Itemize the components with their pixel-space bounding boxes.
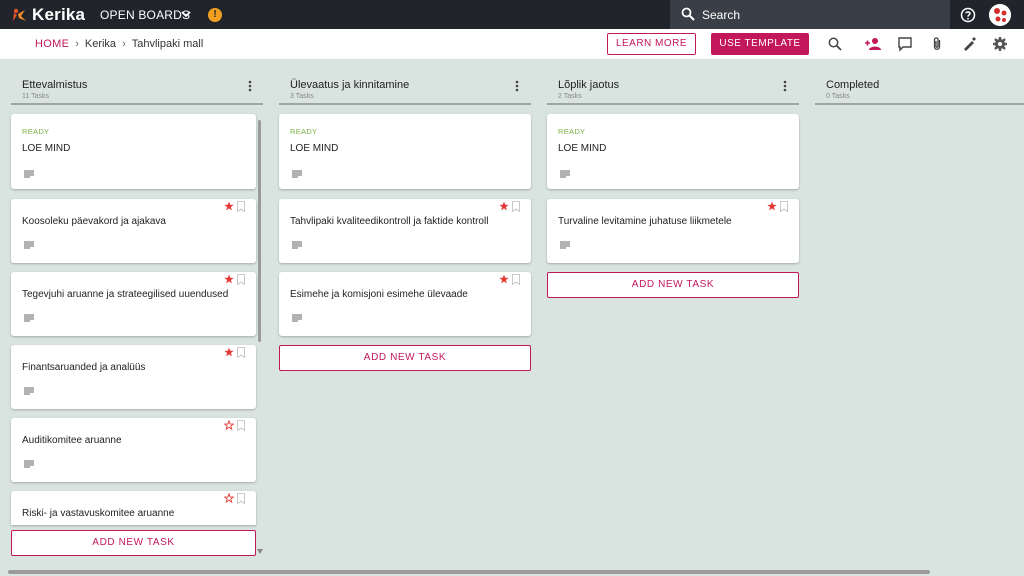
star-outline-icon[interactable] — [224, 493, 234, 503]
add-new-task-button[interactable]: ADD NEW TASK — [279, 345, 531, 371]
description-icon — [560, 170, 570, 178]
chevron-down-icon[interactable] — [181, 9, 191, 19]
help-icon[interactable] — [960, 7, 976, 23]
open-boards-menu[interactable]: OPEN BOARDS — [100, 8, 190, 22]
column-task-count: 11 Tasks — [22, 93, 49, 100]
description-icon — [292, 241, 302, 249]
kerika-logo[interactable]: Kerika — [10, 5, 85, 25]
star-filled-icon[interactable] — [224, 201, 234, 211]
task-card[interactable]: Turvaline levitamine juhatuse liikmetele — [547, 199, 799, 263]
bookmark-icon[interactable] — [237, 420, 245, 431]
bookmark-icon[interactable] — [780, 201, 788, 212]
star-outline-icon[interactable] — [224, 420, 234, 430]
star-filled-icon[interactable] — [499, 274, 509, 284]
task-card[interactable]: Finantsaruanded ja analüüs — [11, 345, 256, 409]
task-card[interactable]: Auditikomitee aruanne — [11, 418, 256, 482]
bookmark-icon[interactable] — [512, 201, 520, 212]
task-card[interactable]: Tegevjuhi aruanne ja strateegilised uuen… — [11, 272, 256, 336]
breadcrumb: HOME › Kerika › Tahvlipaki mall — [35, 38, 203, 50]
task-card[interactable]: Koosoleku päevakord ja ajakava — [11, 199, 256, 263]
vertical-scrollbar[interactable] — [258, 120, 261, 342]
task-title: Tegevjuhi aruanne ja strateegilised uuen… — [22, 289, 229, 300]
task-card[interactable]: Tahvlipaki kvaliteedikontroll ja faktide… — [279, 199, 531, 263]
status-label: READY — [22, 127, 50, 136]
avatar[interactable] — [989, 4, 1011, 26]
description-icon — [24, 170, 34, 178]
column-task-count: 2 Tasks — [558, 93, 582, 100]
use-template-button[interactable]: USE TEMPLATE — [711, 33, 809, 55]
column-header: Completed 0 Tasks — [815, 59, 1024, 105]
horizontal-scrollbar[interactable] — [8, 570, 930, 574]
chat-icon[interactable] — [897, 36, 913, 52]
description-icon — [560, 241, 570, 249]
task-title: Finantsaruanded ja analüüs — [22, 362, 146, 373]
task-title: Esimehe ja komisjoni esimehe ülevaade — [290, 289, 468, 300]
more-vertical-icon[interactable] — [515, 80, 519, 92]
star-filled-icon[interactable] — [499, 201, 509, 211]
column-header: Ettevalmistus 11 Tasks — [11, 59, 263, 105]
bookmark-icon[interactable] — [237, 493, 245, 504]
star-filled-icon[interactable] — [224, 347, 234, 357]
task-card[interactable]: READY LOE MIND — [11, 114, 256, 189]
breadcrumb-home[interactable]: HOME — [35, 38, 69, 50]
column-task-count: 3 Tasks — [290, 93, 314, 100]
column-title[interactable]: Ülevaatus ja kinnitamine — [290, 79, 409, 91]
learn-more-button[interactable]: LEARN MORE — [607, 33, 696, 55]
bookmark-icon[interactable] — [512, 274, 520, 285]
add-new-task-button[interactable]: ADD NEW TASK — [11, 530, 256, 556]
task-card[interactable]: READY LOE MIND — [279, 114, 531, 189]
top-bar: Kerika OPEN BOARDS ! Search — [0, 0, 1024, 29]
notification-badge[interactable]: ! — [208, 8, 222, 22]
star-filled-icon[interactable] — [224, 274, 234, 284]
attachment-icon[interactable] — [929, 36, 945, 52]
description-icon — [24, 460, 34, 468]
bookmark-icon[interactable] — [237, 347, 245, 358]
more-vertical-icon[interactable] — [783, 80, 787, 92]
search-input[interactable]: Search — [702, 8, 740, 22]
search-box[interactable]: Search — [670, 0, 950, 29]
description-icon — [292, 314, 302, 322]
column-title[interactable]: Completed — [826, 79, 879, 91]
task-card[interactable]: Esimehe ja komisjoni esimehe ülevaade — [279, 272, 531, 336]
column-title[interactable]: Ettevalmistus — [22, 79, 87, 91]
breadcrumb-current: Tahvlipaki mall — [131, 38, 204, 50]
scroll-down-icon[interactable] — [257, 549, 263, 554]
star-filled-icon[interactable] — [767, 201, 777, 211]
column-header: Lõplik jaotus 2 Tasks — [547, 59, 799, 105]
bookmark-icon[interactable] — [237, 201, 245, 212]
description-icon — [24, 387, 34, 395]
search-icon[interactable] — [827, 36, 843, 52]
status-label: READY — [290, 127, 318, 136]
chevron-right-icon: › — [122, 38, 126, 50]
brand-name: Kerika — [32, 5, 86, 24]
description-icon — [24, 241, 34, 249]
status-label: READY — [558, 127, 586, 136]
add-person-icon[interactable] — [864, 36, 882, 52]
bookmark-icon[interactable] — [237, 274, 245, 285]
task-title: LOE MIND — [558, 143, 607, 154]
task-title: Turvaline levitamine juhatuse liikmetele — [558, 216, 732, 227]
column-header: Ülevaatus ja kinnitamine 3 Tasks — [279, 59, 531, 105]
avatar-image — [989, 4, 1011, 26]
task-title: LOE MIND — [22, 143, 71, 154]
more-vertical-icon[interactable] — [248, 80, 252, 92]
column-task-count: 0 Tasks — [826, 93, 850, 100]
column-title[interactable]: Lõplik jaotus — [558, 79, 619, 91]
add-new-task-button[interactable]: ADD NEW TASK — [547, 272, 799, 298]
description-icon — [24, 314, 34, 322]
kerika-logo-icon — [13, 8, 26, 21]
task-title: Koosoleku päevakord ja ajakava — [22, 216, 166, 227]
pen-icon[interactable] — [961, 36, 977, 52]
task-card[interactable]: READY LOE MIND — [547, 114, 799, 189]
breadcrumb-item[interactable]: Kerika — [85, 38, 116, 50]
gear-icon[interactable] — [992, 36, 1008, 52]
task-title: Riski- ja vastavuskomitee aruanne — [22, 508, 175, 519]
task-title: LOE MIND — [290, 143, 339, 154]
chevron-right-icon: › — [75, 38, 79, 50]
task-title: Tahvlipaki kvaliteedikontroll ja faktide… — [290, 216, 489, 227]
task-title: Auditikomitee aruanne — [22, 435, 122, 446]
description-icon — [292, 170, 302, 178]
task-card[interactable]: Riski- ja vastavuskomitee aruanne — [11, 491, 256, 525]
search-icon — [681, 7, 695, 21]
